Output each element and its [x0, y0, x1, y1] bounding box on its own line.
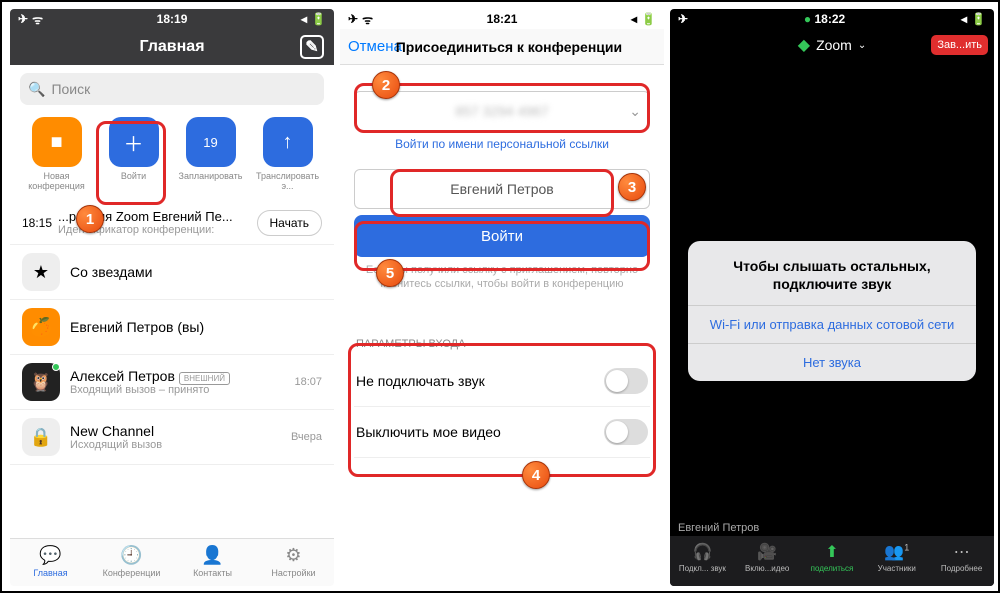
audio-dialog: Чтобы слышать остальных, подключите звук…	[688, 241, 976, 381]
battery-icon: 🔋	[971, 12, 986, 26]
bottom-bar: 🎧Подкл... звук🎥Вклю...идео⬆поделиться👥1У…	[670, 536, 994, 586]
airplane-icon: ✈︎	[348, 12, 358, 26]
airplane-icon: ✈︎	[18, 12, 28, 26]
airplane-icon: ✈︎	[678, 12, 688, 26]
battery-icon: 🔋	[641, 12, 656, 26]
camera-icon: ■	[32, 117, 82, 167]
status-bar: ✈︎ ᯤ 18:19 ◂ 🔋	[10, 9, 334, 29]
calendar-icon: 19	[186, 117, 236, 167]
status-time: 18:22	[814, 12, 845, 26]
chevron-down-icon[interactable]: ⌄	[858, 40, 866, 51]
list-item[interactable]: ★ Со звездами	[10, 245, 334, 300]
start-button[interactable]: Начать	[257, 210, 323, 236]
name-input[interactable]: Евгений Петров	[354, 169, 650, 209]
tab-icon: 🕘	[91, 545, 172, 566]
step-badge-2: 2	[372, 71, 400, 99]
avatar: 🦉	[22, 363, 60, 401]
shield-icon[interactable]: ◆	[798, 35, 810, 55]
page-title: Присоединиться к конференции	[362, 39, 656, 55]
new-meeting-button[interactable]: ■Новая конференция	[18, 117, 95, 191]
location-icon: ◂	[961, 12, 967, 26]
tab-icon: 👤	[172, 545, 253, 566]
bar-icon: ⋯	[929, 542, 994, 562]
avatar: 🔒	[22, 418, 60, 456]
share-screen-button[interactable]: ↑Транслировать э...	[249, 117, 326, 191]
bar-item-1[interactable]: 🎥Вклю...идео	[735, 536, 800, 586]
meeting-time: 18:15	[22, 216, 58, 230]
join-meeting-button[interactable]: Войти	[354, 215, 650, 257]
tab-0[interactable]: 💬Главная	[10, 539, 91, 586]
bar-icon: 🎧	[670, 542, 735, 562]
bar-icon: 👥1	[864, 542, 929, 562]
chevron-down-icon[interactable]: ⌄	[629, 103, 641, 120]
avatar: 🍊	[22, 308, 60, 346]
schedule-button[interactable]: 19Запланировать	[172, 117, 249, 191]
bar-item-0[interactable]: 🎧Подкл... звук	[670, 536, 735, 586]
plus-icon: ＋	[109, 117, 159, 167]
bar-item-2[interactable]: ⬆поделиться	[800, 536, 865, 586]
phone-call: ✈︎ ● 18:22 ◂🔋 ◆ Zoom ⌄ Зав...ить Чтобы с…	[670, 9, 994, 586]
phone-join: ✈︎ ᯤ 18:21 ◂ 🔋 Отмена Присоединиться к кон…	[340, 9, 664, 586]
page-title: Главная	[139, 38, 204, 56]
tab-icon: 💬	[10, 545, 91, 566]
participant-name: Евгений Петров	[678, 522, 759, 534]
end-call-button[interactable]: Зав...ить	[931, 35, 988, 55]
wifi-icon: ᯤ	[362, 11, 373, 28]
bar-item-3[interactable]: 👥1Участники	[864, 536, 929, 586]
list-item[interactable]: 🦉 Алексей ПетровВНЕШНИЙВходящий вызов – …	[10, 355, 334, 410]
tab-bar: 💬Главная🕘Конференции👤Контакты⚙Настройки	[10, 538, 334, 586]
join-button[interactable]: ＋Войти	[95, 117, 172, 191]
dialog-message: Чтобы слышать остальных, подключите звук	[688, 241, 976, 305]
dialog-opt-none[interactable]: Нет звука	[688, 343, 976, 381]
avatar: ★	[22, 253, 60, 291]
section-header: ПАРАМЕТРЫ ВХОДА	[354, 332, 650, 356]
meeting-id-input[interactable]: 857 3294 4967 ⌄	[354, 91, 650, 131]
status-bar: ✈︎ ● 18:22 ◂🔋	[670, 9, 994, 29]
switch-icon[interactable]	[604, 419, 648, 445]
search-placeholder: Поиск	[51, 81, 90, 97]
location-icon: ◂	[631, 12, 637, 26]
phone-home: ✈︎ ᯤ 18:19 ◂ 🔋 Главная ✎ 🔍 Поиск ■Новая ко…	[10, 9, 334, 586]
step-badge-4: 4	[522, 461, 550, 489]
status-bar: ✈︎ ᯤ 18:21 ◂ 🔋	[340, 9, 664, 29]
list-item[interactable]: 🔒 New ChannelИсходящий вызов Вчера	[10, 410, 334, 465]
location-icon: ◂	[301, 12, 307, 26]
wifi-icon: ᯤ	[32, 11, 43, 28]
bar-item-4[interactable]: ⋯Подробнее	[929, 536, 994, 586]
tab-icon: ⚙	[253, 545, 334, 566]
step-badge-5: 5	[376, 259, 404, 287]
personal-link[interactable]: Войти по имени персональной ссылки	[354, 137, 650, 151]
call-body: Чтобы слышать остальных, подключите звук…	[670, 61, 994, 521]
dialog-opt-wifi[interactable]: Wi-Fi или отправка данных сотовой сети	[688, 305, 976, 343]
toggle-video[interactable]: Выключить мое видео	[354, 407, 650, 458]
status-time: 18:19	[157, 12, 188, 26]
tab-1[interactable]: 🕘Конференции	[91, 539, 172, 586]
header: Главная ✎	[10, 29, 334, 65]
bar-icon: 🎥	[735, 542, 800, 562]
step-badge-1: 1	[76, 205, 104, 233]
search-icon: 🔍	[28, 81, 45, 98]
toggle-audio[interactable]: Не подключать звук	[354, 356, 650, 407]
list-item[interactable]: 🍊 Евгений Петров (вы)	[10, 300, 334, 355]
meeting-row[interactable]: 18:15 ...ренция Zoom Евгений Пе... Идент…	[10, 201, 334, 245]
header: ◆ Zoom ⌄ Зав...ить	[670, 29, 994, 61]
upload-icon: ↑	[263, 117, 313, 167]
status-time: 18:21	[487, 12, 518, 26]
quick-actions: ■Новая конференция ＋Войти 19Запланироват…	[10, 113, 334, 201]
tab-3[interactable]: ⚙Настройки	[253, 539, 334, 586]
app-title[interactable]: Zoom	[816, 37, 852, 53]
switch-icon[interactable]	[604, 368, 648, 394]
bar-icon: ⬆	[800, 542, 865, 562]
battery-icon: 🔋	[311, 12, 326, 26]
compose-icon[interactable]: ✎	[300, 35, 324, 59]
tab-2[interactable]: 👤Контакты	[172, 539, 253, 586]
header: Отмена Присоединиться к конференции	[340, 29, 664, 65]
search-input[interactable]: 🔍 Поиск	[20, 73, 324, 105]
step-badge-3: 3	[618, 173, 646, 201]
